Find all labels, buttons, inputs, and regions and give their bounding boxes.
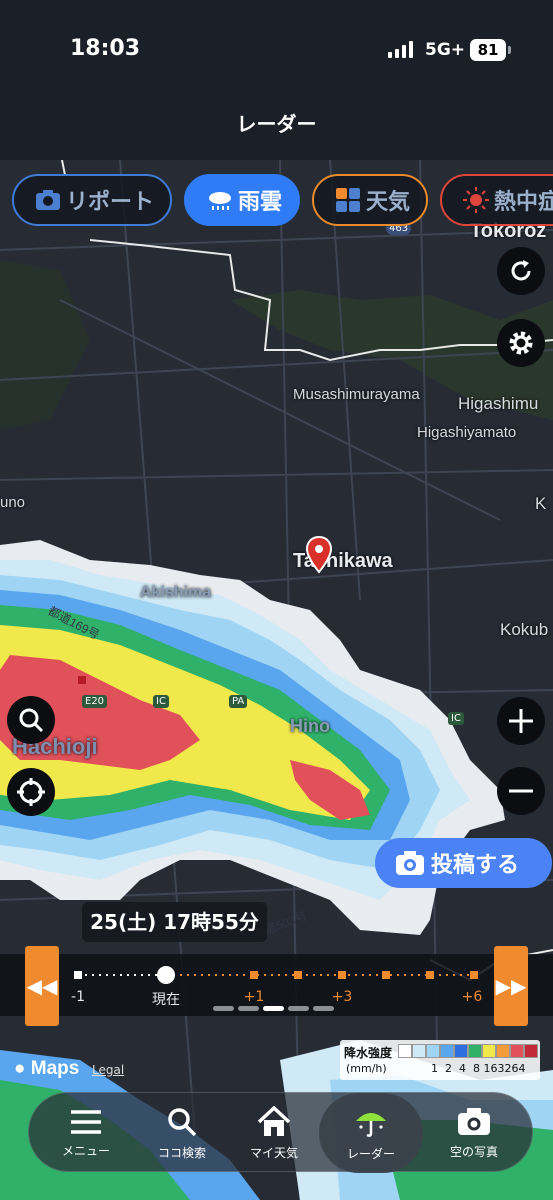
- search-icon: [19, 708, 44, 733]
- chip-report-label: リポート: [66, 190, 155, 215]
- umbrella-icon: [356, 1112, 386, 1137]
- legend-swatch: [412, 1044, 426, 1058]
- nav-search-label: ココ検索: [157, 1145, 206, 1160]
- camera-icon: [458, 1107, 490, 1135]
- nav-sky-photo-label: 空の写真: [449, 1144, 498, 1159]
- legend-swatch: [468, 1044, 482, 1058]
- legend-swatch: [482, 1044, 496, 1058]
- map-label-musashimurayama: Musashimurayama: [293, 386, 420, 403]
- legend-swatch: [398, 1044, 412, 1058]
- legend-value: 64: [511, 1062, 526, 1075]
- search-map-button[interactable]: [7, 696, 55, 744]
- chip-weather[interactable]: 天気: [312, 174, 429, 226]
- nav-radar-label: レーダー: [346, 1146, 395, 1161]
- network-type: 5G+: [425, 40, 466, 60]
- zoom-out-button[interactable]: [497, 767, 545, 815]
- search-icon: [168, 1107, 197, 1136]
- crosshair-icon: [17, 778, 45, 806]
- home-icon: [257, 1105, 291, 1136]
- radar-time-display: 25(土) 17時55分: [82, 902, 267, 942]
- signal-icon: [388, 40, 413, 58]
- post-button-label: 投稿する: [431, 853, 520, 878]
- nav-my-weather-label: マイ天気: [249, 1145, 298, 1160]
- nav-sky-photo[interactable]: 空の写真: [429, 1093, 519, 1173]
- chip-rain-label: 雨雲: [238, 190, 283, 215]
- legend-swatch: [496, 1044, 510, 1058]
- chip-report[interactable]: リポート: [12, 174, 173, 226]
- location-pin-icon: [306, 536, 332, 574]
- nav-menu[interactable]: メニュー: [41, 1093, 131, 1173]
- map-label-higashimu: Higashimu: [458, 394, 539, 413]
- status-time: 18:03: [70, 36, 141, 61]
- gear-icon: [509, 331, 533, 355]
- timeline-label-plus6: +6: [461, 989, 483, 1005]
- locate-button[interactable]: [7, 768, 55, 816]
- nav-menu-label: メニュー: [61, 1143, 110, 1158]
- legend-unit: (mm/h): [346, 1062, 387, 1075]
- maps-label: Maps: [30, 1058, 80, 1079]
- apple-icon: ●: [14, 1058, 26, 1079]
- layer-chips: リポート 雨雲 天気 熱中症: [12, 174, 553, 226]
- legend-swatch: [440, 1044, 454, 1058]
- legend-swatch: [524, 1044, 538, 1058]
- road-shield-ic-2: IC: [448, 712, 464, 725]
- precipitation-legend: 降水強度 (mm/h) 1 2 4 8 16 32 64: [340, 1040, 540, 1080]
- zoom-in-button[interactable]: [497, 697, 545, 745]
- camera-icon: [36, 190, 60, 210]
- menu-icon: [71, 1109, 101, 1134]
- timeline-back-button[interactable]: ◀◀: [25, 946, 59, 1026]
- map-label-k: K: [535, 494, 547, 513]
- timeline-forward-button[interactable]: ▶▶: [494, 946, 528, 1026]
- sun-icon: [463, 187, 490, 213]
- road-shield-ic: IC: [153, 695, 169, 708]
- nav-search[interactable]: ココ検索: [137, 1093, 227, 1173]
- legend-swatch: [510, 1044, 524, 1058]
- map-label-uno: uno: [0, 494, 26, 511]
- chip-heat[interactable]: 熱中症: [440, 174, 553, 226]
- timeline-label-plus1: +1: [243, 989, 265, 1005]
- refresh-button[interactable]: [497, 247, 545, 295]
- maps-attribution: ● Maps: [14, 1058, 79, 1080]
- timeline-label-plus3: +3: [331, 989, 353, 1005]
- camera-icon: [396, 851, 424, 875]
- minus-icon: [509, 789, 533, 793]
- map-label-higashiyamato: Higashiyamato: [417, 424, 517, 441]
- map-label-akishima: Akishima: [140, 584, 212, 601]
- battery-icon: 81: [470, 39, 511, 61]
- post-button[interactable]: 投稿する: [375, 838, 552, 888]
- nav-radar[interactable]: レーダー: [319, 1093, 423, 1173]
- nav-my-weather[interactable]: マイ天気: [229, 1093, 319, 1173]
- legend-title: 降水強度: [344, 1046, 393, 1060]
- page-title: レーダー: [236, 112, 317, 136]
- status-bar: 18:03 5G+ 81: [0, 0, 553, 90]
- timeline-page-indicator: [213, 1006, 334, 1011]
- plus-icon: [509, 709, 533, 733]
- bottom-nav: メニュー ココ検索 マイ天気 レーダー 空の写真: [28, 1092, 533, 1173]
- legal-link[interactable]: Legal: [92, 1063, 124, 1077]
- refresh-icon: [511, 260, 531, 281]
- road-shield-pa: PA: [229, 695, 248, 708]
- legend-swatch: [454, 1044, 468, 1058]
- weather-grid-icon: [336, 188, 361, 212]
- map-label-hino: Hino: [290, 716, 330, 736]
- chip-heat-label: 熱中症: [494, 190, 553, 215]
- legend-swatch: [426, 1044, 440, 1058]
- chip-rain[interactable]: 雨雲: [184, 174, 301, 226]
- timeline-label-now: 現在: [152, 992, 180, 1008]
- timeline-label-minus1: -1: [71, 989, 85, 1005]
- road-shield-e20: E20: [82, 695, 108, 708]
- chip-weather-label: 天気: [366, 190, 411, 215]
- map-label-kokub: Kokub: [500, 620, 549, 639]
- rain-cloud-icon: [209, 192, 232, 210]
- settings-button[interactable]: [497, 319, 545, 367]
- header: レーダー: [0, 90, 553, 160]
